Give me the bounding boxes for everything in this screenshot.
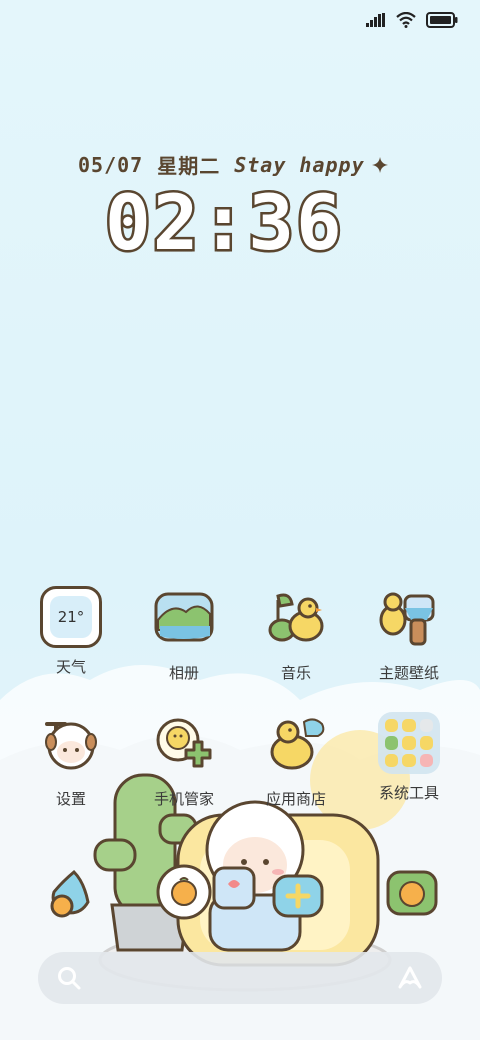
- theme-icon: [379, 592, 435, 646]
- app-label: 主题壁纸: [378, 664, 439, 682]
- app-music[interactable]: 音乐: [246, 586, 346, 683]
- camera-icon[interactable]: [206, 858, 266, 918]
- clock-time[interactable]: 02:36: [103, 176, 345, 270]
- app-store[interactable]: 应用商店: [246, 712, 346, 809]
- battery-icon: [426, 12, 458, 28]
- search-bar[interactable]: [38, 952, 442, 1004]
- date-text: 05/07: [78, 152, 144, 177]
- app-label: 天气: [55, 658, 86, 676]
- app-store-icon: [270, 718, 325, 770]
- browser-icon[interactable]: [268, 864, 328, 924]
- app-label: 相册: [168, 664, 199, 682]
- app-label: 音乐: [280, 664, 311, 682]
- greeting-text: Stay happy: [234, 152, 365, 177]
- sparkle-icon: [371, 156, 388, 173]
- app-security[interactable]: 手机管家: [134, 712, 234, 809]
- assistant-icon[interactable]: [396, 965, 424, 991]
- status-bar: [366, 8, 458, 32]
- app-label: 应用商店: [265, 790, 326, 808]
- weather-icon: 21°: [40, 586, 102, 648]
- security-icon: [156, 718, 212, 768]
- tools-folder-icon: [378, 712, 440, 774]
- gallery-icon: [154, 592, 214, 642]
- search-icon[interactable]: [56, 965, 82, 991]
- app-tools-folder[interactable]: 系统工具: [359, 712, 459, 803]
- app-label: 手机管家: [153, 790, 214, 808]
- wifi-icon: [396, 12, 416, 28]
- messages-icon[interactable]: [154, 862, 214, 922]
- phone-icon[interactable]: [44, 862, 104, 922]
- weekday-text: 星期二: [157, 154, 221, 178]
- music-icon: [268, 593, 324, 642]
- app-label: 系统工具: [378, 784, 439, 802]
- gallery-dock-icon[interactable]: [382, 862, 442, 922]
- app-gallery[interactable]: 相册: [134, 586, 234, 683]
- app-theme[interactable]: 主题壁纸: [359, 586, 459, 683]
- settings-icon: [45, 722, 97, 770]
- app-settings[interactable]: 设置: [21, 712, 121, 809]
- date-widget: 05/07 星期二 Stay happy: [78, 150, 389, 179]
- signal-icon: [366, 13, 385, 27]
- app-weather[interactable]: 21° 天气: [21, 586, 121, 677]
- weather-temp: 21°: [50, 596, 92, 638]
- app-label: 设置: [55, 790, 86, 808]
